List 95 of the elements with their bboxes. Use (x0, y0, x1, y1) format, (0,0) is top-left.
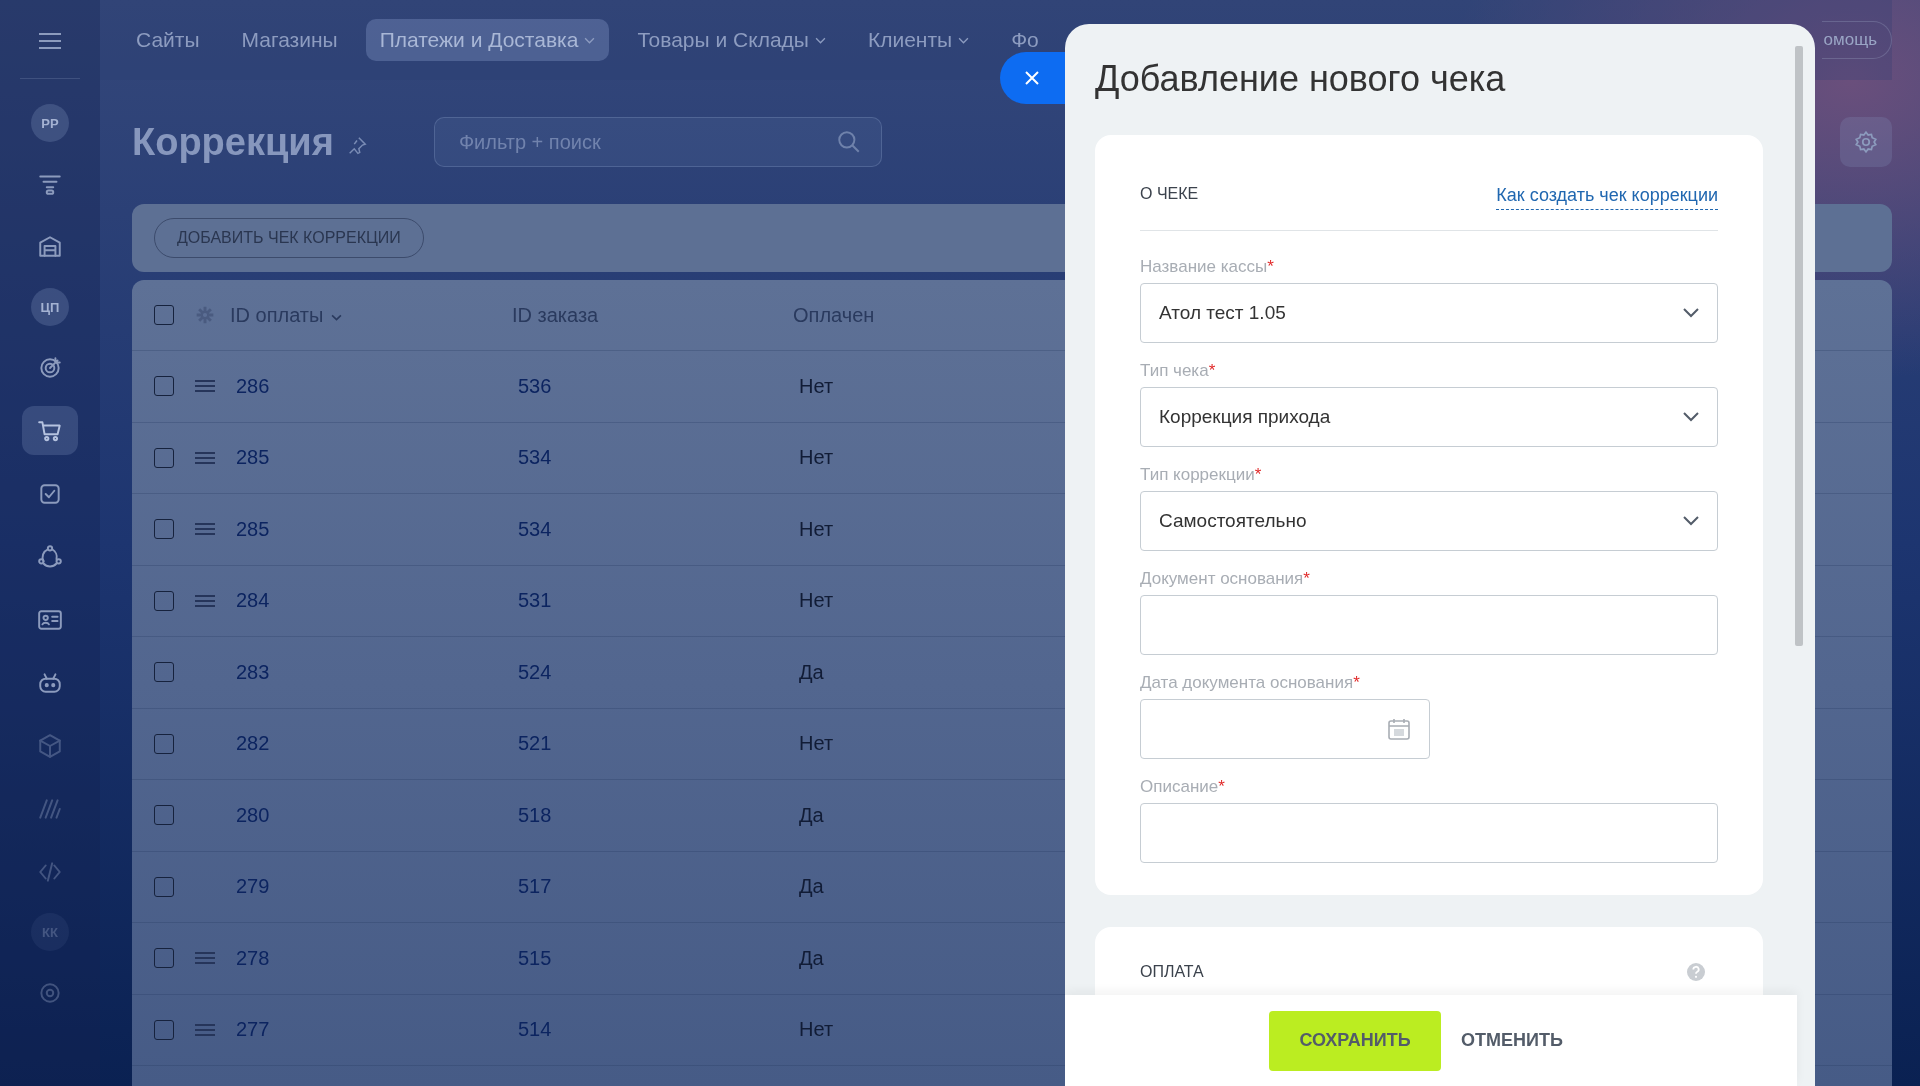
row-checkbox[interactable] (154, 733, 174, 754)
row-checkbox[interactable] (154, 376, 174, 397)
field-label: Описание* (1140, 777, 1226, 797)
cancel-button[interactable]: ОТМЕНИТЬ (1461, 1030, 1563, 1051)
drag-handle-icon[interactable] (194, 379, 216, 394)
drag-handle-icon[interactable] (194, 1022, 216, 1037)
payment-id-link[interactable]: 277 (236, 1018, 270, 1042)
payment-id-link[interactable]: 283 (236, 660, 270, 684)
nav-tab[interactable]: Магазины (227, 29, 352, 51)
table-cell-text: Нет (799, 1018, 835, 1042)
nav-tab[interactable]: Товары и Склады (623, 29, 840, 51)
table-cell-text: Нет (799, 374, 835, 398)
order-id-link[interactable]: 534 (518, 446, 552, 469)
payment-id-link[interactable]: 286 (236, 374, 270, 398)
order-id-link[interactable]: 536 (518, 374, 552, 397)
table-cell-text: Да (799, 660, 825, 684)
search-icon[interactable] (835, 129, 862, 155)
select-all-checkbox[interactable] (154, 305, 174, 325)
order-id-link[interactable]: 521 (518, 732, 552, 755)
payment-id-link[interactable]: 284 (236, 589, 270, 613)
order-id-link[interactable]: 524 (518, 660, 552, 683)
chevron-icon (1683, 308, 1699, 318)
help-link[interactable]: Как создать чек коррекции (1496, 185, 1718, 210)
nav-tab[interactable]: Платежи и Доставка (365, 19, 610, 61)
table-cell-text: Нет (799, 589, 835, 613)
row-checkbox[interactable] (154, 805, 174, 826)
order-id-link[interactable]: 534 (518, 517, 552, 540)
scrollbar[interactable] (1795, 46, 1803, 646)
settings-icon (1853, 129, 1879, 155)
payment-id-link[interactable]: 279 (236, 875, 270, 899)
field-label: Название кассы* (1140, 257, 1275, 277)
drag-handle-icon[interactable] (194, 522, 216, 537)
table-cell-text: Да (799, 946, 825, 970)
drag-handle-icon[interactable] (194, 951, 216, 966)
order-id-link[interactable]: 514 (518, 1018, 552, 1041)
nav-tab[interactable]: Сайты (122, 29, 214, 51)
table-cell-text: Да (799, 875, 825, 899)
chevron-icon (1683, 516, 1699, 526)
order-id-link[interactable]: 517 (518, 875, 552, 898)
row-checkbox[interactable] (154, 590, 174, 611)
order-id-link[interactable]: 515 (518, 946, 552, 969)
panel-title: Добавление нового чека (1095, 58, 1507, 101)
menu-icon[interactable] (38, 32, 62, 50)
save-button[interactable]: СОХРАНИТЬ (1269, 1010, 1442, 1071)
input-field[interactable] (1140, 803, 1718, 863)
nodes-icon[interactable] (37, 543, 63, 570)
row-checkbox[interactable] (154, 876, 174, 897)
row-checkbox[interactable] (154, 948, 174, 969)
sidebar-item[interactable]: ЦП (31, 288, 69, 326)
settings-button[interactable] (1840, 117, 1892, 167)
calendar-icon[interactable] (1387, 717, 1411, 741)
nav-tab[interactable]: Фо (997, 29, 1053, 51)
payment-id-link[interactable]: 285 (236, 517, 270, 541)
nav-tab[interactable]: Клиенты (853, 29, 984, 51)
field-label: Тип чека* (1140, 361, 1217, 381)
order-id-link[interactable]: 531 (518, 589, 552, 612)
payment-id-link[interactable]: 282 (236, 732, 270, 756)
sort-icon (331, 313, 343, 321)
section-title: О ЧЕКЕ (1140, 185, 1199, 203)
sidebar-item[interactable] (22, 406, 78, 455)
order-id-link[interactable]: 518 (518, 803, 552, 826)
section-title: ОПЛАТА (1140, 963, 1204, 981)
column-header[interactable]: Оплачен (793, 303, 993, 327)
row-checkbox[interactable] (154, 1019, 174, 1040)
target-icon[interactable] (37, 354, 63, 381)
column-header[interactable]: ID заказа (512, 303, 793, 327)
field-label: Тип коррекции* (1140, 465, 1263, 485)
close-icon (1024, 70, 1040, 86)
row-checkbox[interactable] (154, 447, 174, 468)
page-title: Коррекция (132, 120, 334, 164)
chevron-icon (1683, 412, 1699, 422)
select-field[interactable]: Коррекция прихода (1140, 387, 1718, 447)
date-field[interactable] (1140, 699, 1430, 759)
drag-handle-icon[interactable] (194, 593, 216, 608)
cube-icon[interactable] (37, 732, 63, 759)
drag-handle-icon[interactable] (194, 450, 216, 465)
field-label: Дата документа основания* (1140, 673, 1361, 693)
select-field[interactable]: Самостоятельно (1140, 491, 1718, 551)
row-checkbox[interactable] (154, 519, 174, 540)
payment-id-link[interactable]: 285 (236, 446, 270, 470)
table-cell-text: Нет (799, 446, 835, 470)
column-header[interactable]: ID оплаты (230, 303, 512, 327)
select-field[interactable]: Атол тест 1.05 (1140, 283, 1718, 343)
close-button[interactable] (1000, 52, 1065, 104)
help-icon[interactable] (1686, 962, 1706, 982)
field-label: Документ основания* (1140, 569, 1311, 589)
row-checkbox[interactable] (154, 662, 174, 683)
sidebar-item[interactable]: РР (31, 104, 69, 142)
input-field[interactable] (1140, 595, 1718, 655)
table-cell-text: Нет (799, 517, 835, 541)
payment-id-link[interactable]: 278 (236, 946, 270, 970)
payment-id-link[interactable]: 280 (236, 803, 270, 827)
table-cell-text: Нет (799, 732, 835, 756)
table-cell-text: Да (799, 803, 825, 827)
warehouse-icon[interactable] (37, 233, 63, 260)
